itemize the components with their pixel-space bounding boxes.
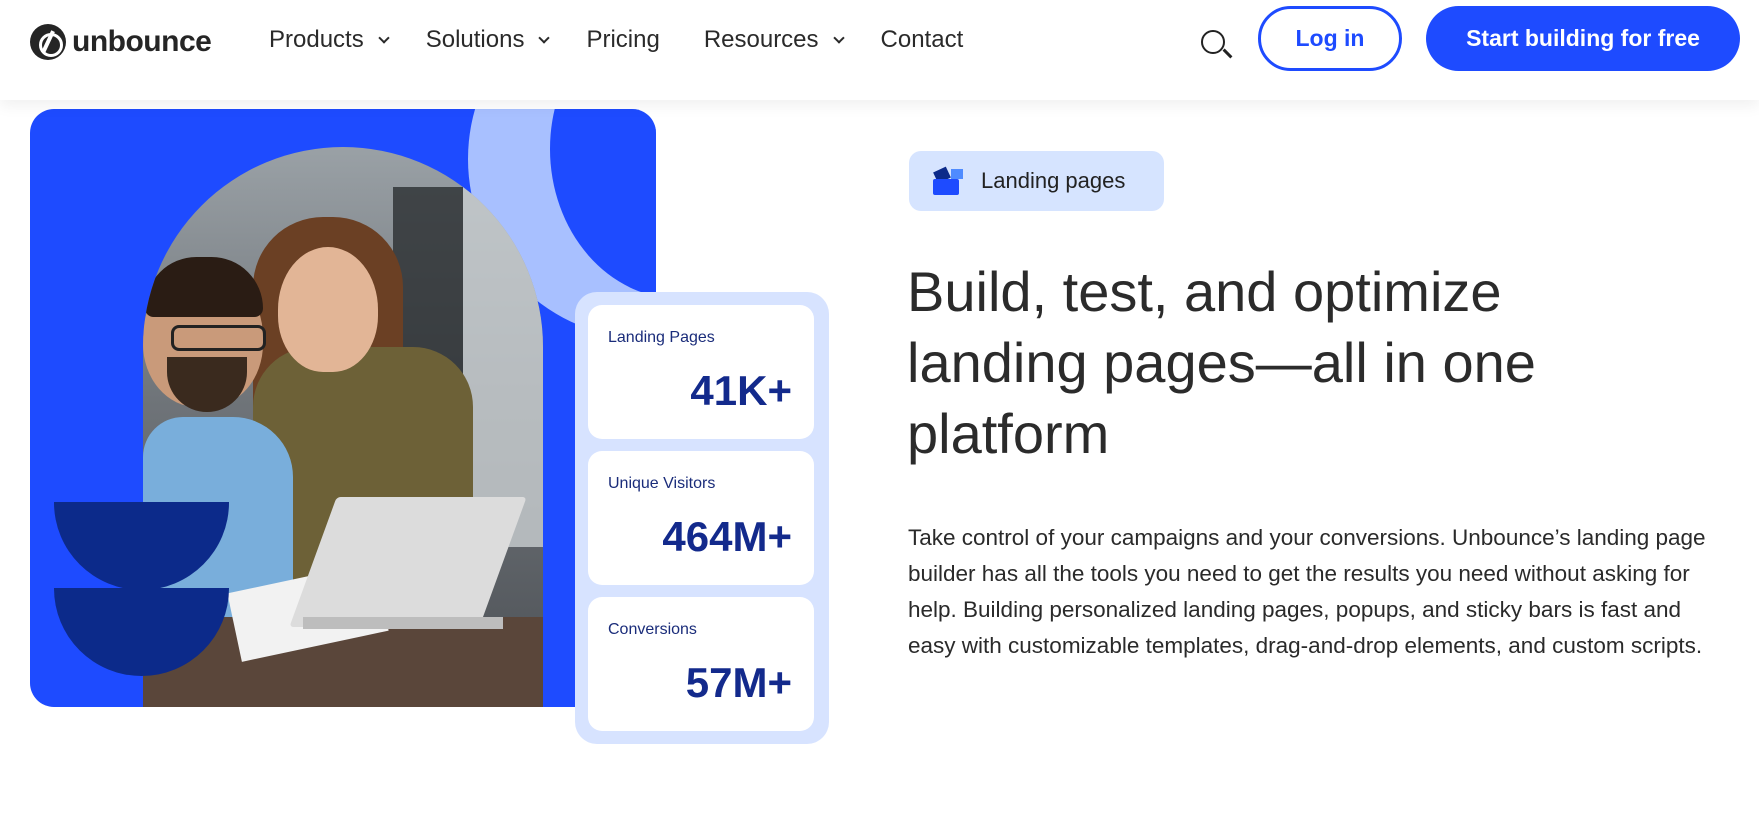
nav-item-contact[interactable]: Contact: [881, 26, 964, 54]
stat-card-conversions: Conversions 57M+: [588, 597, 814, 731]
hero-headline: Build, test, and optimize landing pages—…: [907, 260, 1536, 465]
stat-value: 57M+: [685, 659, 792, 706]
stats-panel: Landing Pages 41K+ Unique Visitors 464M+…: [575, 292, 829, 744]
hero-image-card: [30, 109, 656, 707]
stat-label: Landing Pages: [608, 329, 715, 346]
nav-item-label: Solutions: [425, 26, 525, 53]
hero-description: Take control of your campaigns and your …: [908, 525, 1706, 658]
site-header: unbounce Products Solutions Pricing Reso…: [0, 0, 1759, 100]
laptop-base: [303, 617, 503, 629]
main-nav: Products Solutions Pricing Resources Con…: [269, 26, 1001, 54]
stat-label: Conversions: [608, 621, 697, 638]
nav-item-label: Contact: [880, 26, 964, 53]
chevron-down-icon: [832, 31, 845, 44]
landing-pages-icon: [933, 166, 963, 195]
stat-value: 464M+: [662, 513, 792, 560]
brand-name: unbounce: [72, 25, 212, 58]
man-glasses: [171, 325, 266, 351]
nav-item-label: Products: [269, 26, 364, 53]
stat-card-unique-visitors: Unique Visitors 464M+: [588, 451, 814, 585]
start-building-button[interactable]: Start building for free: [1426, 6, 1740, 71]
nav-item-solutions[interactable]: Solutions: [425, 26, 551, 54]
chevron-down-icon: [378, 31, 390, 44]
unbounce-logo-icon: [30, 24, 66, 60]
nav-item-label: Resources: [703, 26, 819, 53]
search-icon[interactable]: [1199, 28, 1233, 62]
nav-item-pricing[interactable]: Pricing: [586, 26, 659, 54]
nav-item-resources[interactable]: Resources: [703, 26, 845, 54]
nav-item-label: Pricing: [586, 26, 660, 53]
badge-label: Landing pages: [981, 168, 1126, 193]
landing-pages-badge: Landing pages: [909, 151, 1164, 211]
stat-value: 41K+: [690, 367, 792, 414]
stat-card-landing-pages: Landing Pages 41K+: [588, 305, 814, 439]
stat-label: Unique Visitors: [608, 475, 716, 492]
man-hair: [145, 257, 263, 317]
unbounce-logo[interactable]: unbounce: [30, 24, 212, 60]
login-button[interactable]: Log in: [1258, 6, 1402, 71]
search-icon-handle: [1222, 48, 1233, 59]
woman-head: [278, 247, 378, 372]
chevron-down-icon: [538, 31, 551, 44]
nav-item-products[interactable]: Products: [269, 26, 390, 54]
photo-background-light: [463, 167, 543, 547]
